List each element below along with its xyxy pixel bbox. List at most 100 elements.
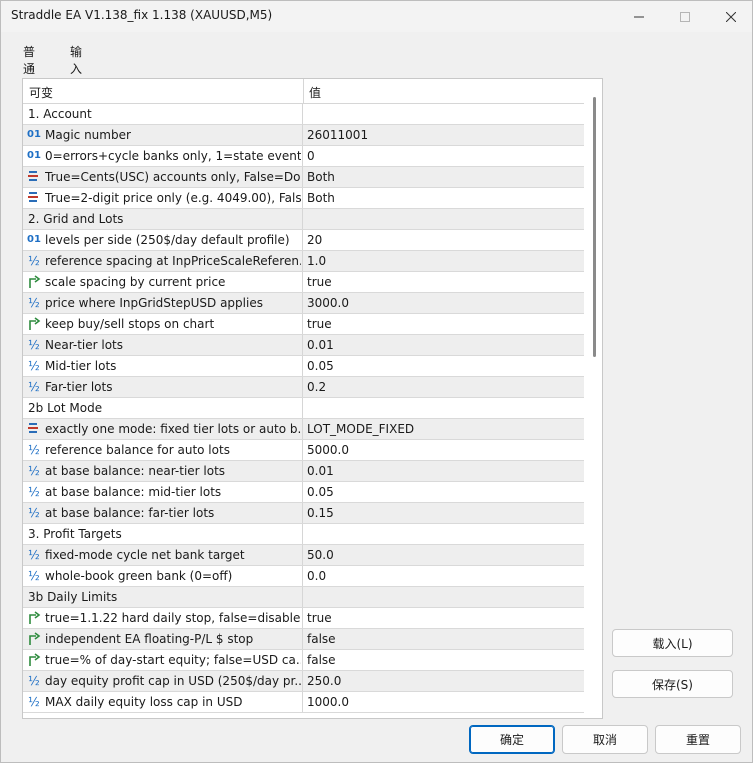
variable-cell: 2. Grid and Lots [23,209,303,229]
value-cell[interactable]: 26011001 [307,125,577,145]
param-row[interactable]: true=1.1.22 hard daily stop, false=disab… [23,608,584,629]
value-cell[interactable]: 20 [307,230,577,250]
param-row[interactable]: ½ at base balance: near-tier lots 0.01 [23,461,584,482]
value-cell[interactable]: true [307,314,577,334]
param-row[interactable]: ½ reference balance for auto lots 5000.0 [23,440,584,461]
variable-cell: 1. Account [23,104,303,124]
param-row[interactable]: scale spacing by current price true [23,272,584,293]
param-row[interactable]: 01 Magic number 26011001 [23,125,584,146]
param-row[interactable]: ½ at base balance: mid-tier lots 0.05 [23,482,584,503]
param-row[interactable]: exactly one mode: fixed tier lots or aut… [23,419,584,440]
value-cell[interactable]: false [307,650,577,670]
variable-cell: keep buy/sell stops on chart [23,314,303,334]
group-row[interactable]: 2. Grid and Lots [23,209,584,230]
vertical-scrollbar[interactable] [588,97,598,717]
cancel-button[interactable]: 取消 [562,725,648,754]
group-row[interactable]: 3. Profit Targets [23,524,584,545]
variable-cell: 01 0=errors+cycle banks only, 1=state eve… [23,146,303,166]
inputs-grid[interactable]: 可变 值 1. Account 01 Magic number 26011001 01 0… [22,78,603,719]
bool-icon [27,632,41,646]
value-cell[interactable] [307,104,577,124]
column-separator[interactable] [303,79,304,104]
param-row[interactable]: ½ at base balance: far-tier lots 0.15 [23,503,584,524]
value-cell[interactable]: 0.05 [307,482,577,502]
minimize-button[interactable] [616,1,662,32]
value-cell[interactable]: 1000.0 [307,692,577,712]
int-icon: 01 [27,234,41,245]
bool-icon [27,275,41,289]
param-row[interactable]: 01 0=errors+cycle banks only, 1=state eve… [23,146,584,167]
param-row[interactable]: ½ price where InpGridStepUSD applies 3000.… [23,293,584,314]
value-cell[interactable] [307,398,577,418]
param-row[interactable]: independent EA floating-P/L $ stop false [23,629,584,650]
variable-label: at base balance: far-tier lots [45,506,215,520]
param-row[interactable]: ½ Far-tier lots 0.2 [23,377,584,398]
param-row[interactable]: 01 levels per side (250$/day default prof… [23,230,584,251]
title-bar[interactable]: Straddle EA V1.138_fix 1.138 (XAUUSD,M5) [1,1,752,32]
value-cell[interactable]: 0.2 [307,377,577,397]
window-title: Straddle EA V1.138_fix 1.138 (XAUUSD,M5) [11,8,273,22]
ok-button[interactable]: 确定 [469,725,555,754]
param-row[interactable]: True=Cents(USC) accounts only, False=Do.… [23,167,584,188]
double-icon: ½ [28,380,40,394]
save-button[interactable]: 保存(S) [612,670,733,698]
double-icon: ½ [28,485,40,499]
value-cell[interactable]: 3000.0 [307,293,577,313]
variable-label: levels per side (250$/day default profil… [45,233,290,247]
param-row[interactable]: ½ Near-tier lots 0.01 [23,335,584,356]
value-cell[interactable]: LOT_MODE_FIXED [307,419,577,439]
value-cell[interactable] [307,524,577,544]
variable-cell: 01 levels per side (250$/day default prof… [23,230,303,250]
column-header-value[interactable]: 值 [309,84,321,101]
enum-icon [27,422,41,436]
tab-common[interactable]: 普通 [23,41,35,79]
bool-icon [27,611,41,625]
value-cell[interactable]: false [307,629,577,649]
value-cell[interactable]: Both [307,188,577,208]
param-row[interactable]: ½ whole-book green bank (0=off) 0.0 [23,566,584,587]
value-cell[interactable]: 1.0 [307,251,577,271]
column-header-variable[interactable]: 可变 [29,84,53,101]
param-row[interactable]: ½ day equity profit cap in USD (250$/day … [23,671,584,692]
value-cell[interactable]: 0 [307,146,577,166]
param-row[interactable]: ½ Mid-tier lots 0.05 [23,356,584,377]
param-row[interactable]: keep buy/sell stops on chart true [23,314,584,335]
scrollbar-thumb[interactable] [593,97,596,357]
variable-cell: ½ Mid-tier lots [23,356,303,376]
value-cell[interactable]: Both [307,167,577,187]
value-cell[interactable]: 0.0 [307,566,577,586]
variable-cell: ½ reference balance for auto lots [23,440,303,460]
variable-cell: ½ at base balance: near-tier lots [23,461,303,481]
variable-label: reference spacing at InpPriceScaleRefere… [45,254,301,268]
group-row[interactable]: 2b Lot Mode [23,398,584,419]
value-cell[interactable] [307,587,577,607]
int-icon: 01 [27,129,41,140]
variable-label: True=Cents(USC) accounts only, False=Do.… [45,170,301,184]
value-cell[interactable] [307,209,577,229]
value-cell[interactable]: 0.05 [307,356,577,376]
value-cell[interactable]: 0.01 [307,335,577,355]
enum-icon [27,191,41,205]
group-row[interactable]: 1. Account [23,104,584,125]
value-cell[interactable]: 50.0 [307,545,577,565]
value-cell[interactable]: 0.15 [307,503,577,523]
value-cell[interactable]: true [307,608,577,628]
close-button[interactable] [708,1,752,32]
bool-icon [27,317,41,331]
param-row[interactable]: true=% of day-start equity; false=USD ca… [23,650,584,671]
int-icon: 01 [27,150,41,161]
reset-button[interactable]: 重置 [655,725,741,754]
group-row[interactable]: 3b Daily Limits [23,587,584,608]
param-row[interactable]: ½ MAX daily equity loss cap in USD 1000.0 [23,692,584,713]
value-cell[interactable]: 250.0 [307,671,577,691]
param-row[interactable]: ½ fixed-mode cycle net bank target 50.0 [23,545,584,566]
value-cell[interactable]: 0.01 [307,461,577,481]
variable-label: independent EA floating-P/L $ stop [45,632,254,646]
variable-label: at base balance: mid-tier lots [45,485,222,499]
value-cell[interactable]: true [307,272,577,292]
value-cell[interactable]: 5000.0 [307,440,577,460]
tab-inputs[interactable]: 输入 [68,41,84,85]
load-button[interactable]: 载入(L) [612,629,733,657]
param-row[interactable]: ½ reference spacing at InpPriceScaleRefer… [23,251,584,272]
param-row[interactable]: True=2-digit price only (e.g. 4049.00), … [23,188,584,209]
